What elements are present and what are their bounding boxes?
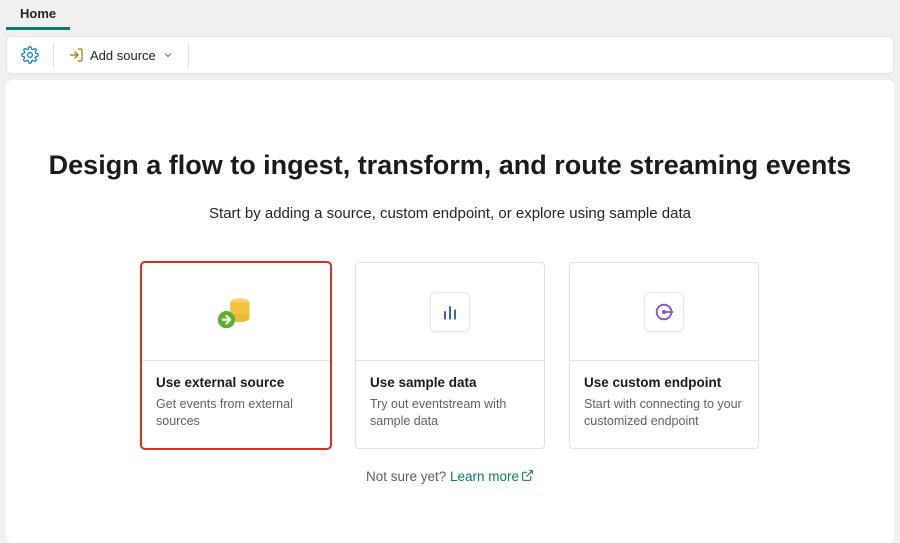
option-cards: Use external source Get events from exte… — [36, 262, 864, 449]
option-body: Use external source Get events from exte… — [142, 361, 330, 448]
settings-button[interactable] — [13, 42, 47, 68]
option-title: Use external source — [156, 375, 316, 390]
option-sample-data[interactable]: Use sample data Try out eventstream with… — [355, 262, 545, 449]
option-desc: Get events from external sources — [156, 396, 316, 430]
page-subtitle: Start by adding a source, custom endpoin… — [36, 205, 864, 222]
footer-prompt: Not sure yet? — [366, 469, 450, 484]
add-source-icon — [68, 47, 84, 63]
option-icon-area — [142, 263, 330, 361]
chevron-down-icon — [162, 49, 174, 61]
option-custom-endpoint[interactable]: Use custom endpoint Start with connectin… — [569, 262, 759, 449]
icon-box — [644, 292, 684, 332]
option-body: Use custom endpoint Start with connectin… — [570, 361, 758, 448]
main-content: Design a flow to ingest, transform, and … — [6, 80, 894, 543]
tab-strip: Home — [0, 0, 900, 30]
external-source-icon — [213, 289, 259, 335]
page-title: Design a flow to ingest, transform, and … — [36, 150, 864, 181]
add-source-button[interactable]: Add source — [60, 43, 182, 67]
option-desc: Try out eventstream with sample data — [370, 396, 530, 430]
option-external-source[interactable]: Use external source Get events from exte… — [141, 262, 331, 449]
learn-more-link[interactable]: Learn more — [450, 469, 534, 484]
option-icon-area — [570, 263, 758, 361]
option-body: Use sample data Try out eventstream with… — [356, 361, 544, 448]
option-icon-area — [356, 263, 544, 361]
tab-label: Home — [20, 6, 56, 21]
option-title: Use custom endpoint — [584, 375, 744, 390]
icon-box — [430, 292, 470, 332]
bar-chart-icon — [440, 302, 460, 322]
toolbar: Add source — [7, 37, 893, 73]
add-source-label: Add source — [90, 48, 156, 63]
gear-icon — [21, 46, 39, 64]
divider — [188, 43, 189, 67]
option-desc: Start with connecting to your customized… — [584, 396, 744, 430]
tab-home[interactable]: Home — [6, 1, 70, 30]
endpoint-icon — [653, 301, 675, 323]
option-title: Use sample data — [370, 375, 530, 390]
footer: Not sure yet? Learn more — [36, 469, 864, 484]
external-link-icon — [521, 469, 534, 482]
divider — [53, 43, 54, 67]
toolbar-card: Add source — [6, 36, 894, 74]
